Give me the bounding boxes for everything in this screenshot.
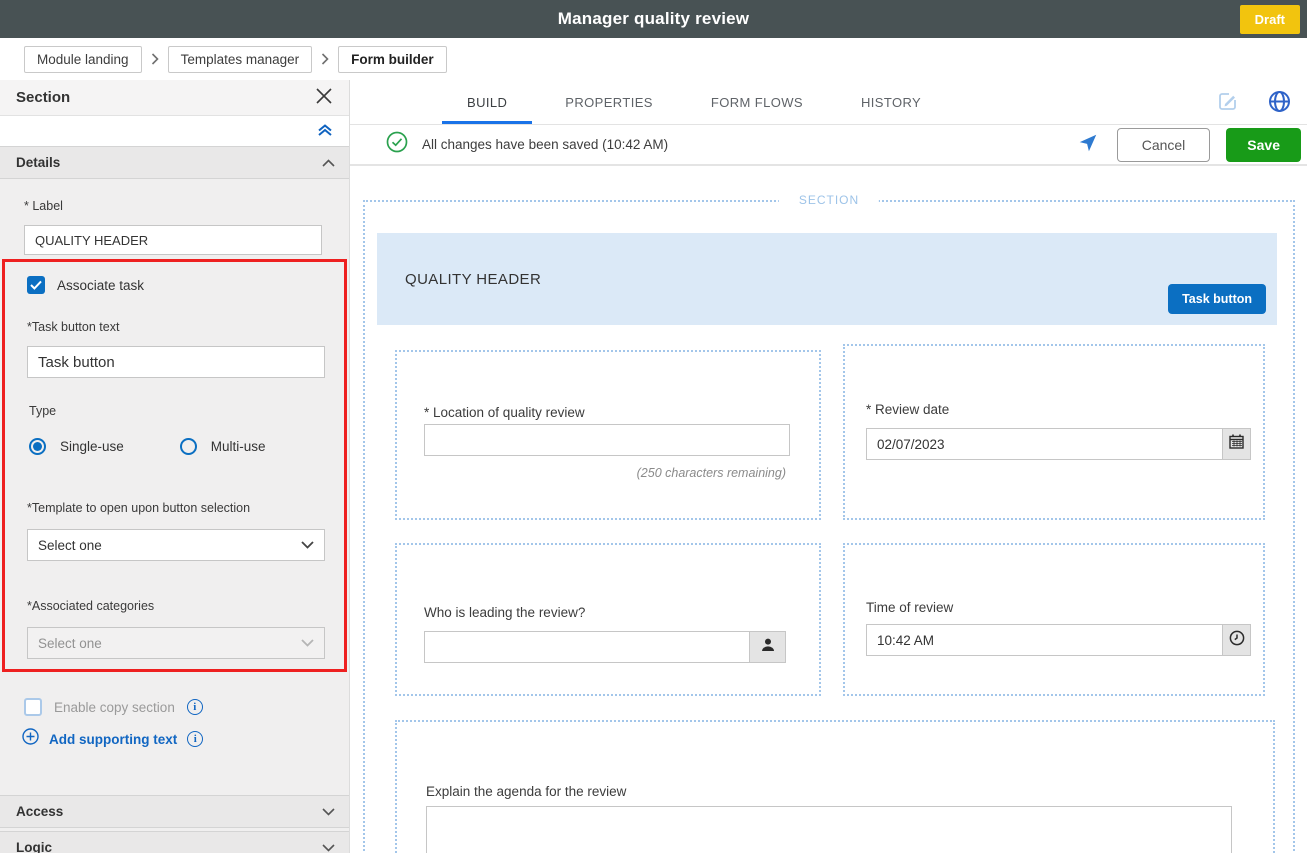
breadcrumb-templates-manager[interactable]: Templates manager bbox=[168, 46, 313, 73]
panel-header: Section bbox=[0, 80, 349, 116]
paper-plane-icon bbox=[1077, 132, 1099, 157]
accordion-details[interactable]: Details bbox=[0, 146, 349, 179]
add-supporting-text-row[interactable]: Add supporting text i bbox=[22, 728, 327, 750]
main-area: BUILD PROPERTIES FORM FLOWS HISTORY bbox=[350, 80, 1307, 853]
chevron-right-icon bbox=[321, 53, 329, 65]
double-chevron-up-icon bbox=[317, 122, 333, 141]
template-select-label: *Template to open upon button selection bbox=[27, 501, 322, 515]
send-button[interactable] bbox=[1075, 130, 1101, 159]
field-location-input[interactable] bbox=[424, 424, 790, 456]
field-leader-input[interactable] bbox=[424, 631, 750, 663]
template-select[interactable]: Select one bbox=[27, 529, 325, 561]
field-time-label: Time of review bbox=[866, 600, 953, 615]
collapse-all-row bbox=[0, 116, 349, 146]
label-field-input[interactable] bbox=[24, 225, 322, 255]
associate-task-checkbox-row[interactable]: Associate task bbox=[27, 276, 322, 294]
categories-select-label: *Associated categories bbox=[27, 599, 322, 613]
field-review-date-label: * Review date bbox=[866, 402, 949, 417]
edit-template-button[interactable] bbox=[1215, 89, 1240, 117]
field-location[interactable]: * Location of quality review (250 charac… bbox=[395, 350, 821, 520]
section-tag: SECTION bbox=[779, 193, 879, 207]
task-button[interactable]: Task button bbox=[1168, 284, 1266, 314]
field-review-date[interactable]: * Review date bbox=[843, 344, 1265, 520]
field-leader-label: Who is leading the review? bbox=[424, 605, 585, 620]
breadcrumb-form-builder[interactable]: Form builder bbox=[338, 46, 447, 73]
panel-title: Section bbox=[16, 89, 70, 106]
type-label: Type bbox=[29, 404, 322, 418]
form-builder-app: Manager quality review Draft Module land… bbox=[0, 0, 1307, 853]
associate-task-label: Associate task bbox=[57, 278, 144, 293]
tab-form-flows[interactable]: FORM FLOWS bbox=[682, 80, 832, 124]
calendar-icon bbox=[1229, 434, 1244, 454]
person-picker-button[interactable] bbox=[750, 631, 786, 663]
highlighted-task-settings: Associate task *Task button text Type Si… bbox=[2, 259, 347, 672]
task-button-text-input[interactable] bbox=[27, 346, 325, 378]
tab-bar: BUILD PROPERTIES FORM FLOWS HISTORY bbox=[350, 80, 1307, 125]
section-properties-panel: Section Details bbox=[0, 80, 350, 853]
accordion-access[interactable]: Access bbox=[0, 795, 349, 828]
field-leader[interactable]: Who is leading the review? bbox=[395, 543, 821, 696]
info-icon[interactable]: i bbox=[187, 731, 203, 747]
chevron-down-icon bbox=[301, 634, 314, 652]
enable-copy-checkbox bbox=[24, 698, 42, 716]
single-use-label[interactable]: Single-use bbox=[60, 439, 124, 454]
label-field-label: * Label bbox=[24, 199, 325, 213]
field-review-date-input[interactable] bbox=[866, 428, 1223, 460]
multi-use-label[interactable]: Multi-use bbox=[211, 439, 266, 454]
section-header-block[interactable]: QUALITY HEADER Task button bbox=[377, 233, 1277, 325]
close-icon bbox=[315, 87, 333, 108]
status-bar: All changes have been saved (10:42 AM) C… bbox=[350, 125, 1307, 166]
accordion-logic[interactable]: Logic bbox=[0, 831, 349, 853]
associate-task-checkbox[interactable] bbox=[27, 276, 45, 294]
status-badge: Draft bbox=[1240, 5, 1300, 34]
single-use-radio[interactable] bbox=[29, 438, 46, 455]
cancel-button[interactable]: Cancel bbox=[1117, 128, 1211, 162]
characters-remaining-hint: (250 characters remaining) bbox=[637, 466, 786, 480]
details-body: * Label Associate task *Task button text… bbox=[0, 179, 349, 795]
tab-build[interactable]: BUILD bbox=[438, 80, 536, 124]
person-icon bbox=[760, 637, 776, 658]
form-canvas: SECTION QUALITY HEADER Task button * Loc… bbox=[350, 166, 1307, 853]
chevron-down-icon bbox=[322, 839, 335, 853]
field-time-input[interactable] bbox=[866, 624, 1223, 656]
add-supporting-text-link[interactable]: Add supporting text bbox=[49, 732, 177, 747]
tab-properties[interactable]: PROPERTIES bbox=[536, 80, 682, 124]
chevron-down-icon bbox=[322, 803, 335, 821]
field-agenda-textarea[interactable] bbox=[426, 806, 1232, 853]
enable-copy-section-row: Enable copy section i bbox=[24, 698, 327, 716]
field-location-label: * Location of quality review bbox=[424, 405, 585, 420]
collapse-all-button[interactable] bbox=[315, 120, 335, 143]
save-status-text: All changes have been saved (10:42 AM) bbox=[422, 137, 668, 152]
chevron-up-icon bbox=[322, 154, 335, 172]
task-button-text-label: *Task button text bbox=[27, 320, 322, 334]
section-container[interactable]: SECTION QUALITY HEADER Task button * Loc… bbox=[363, 200, 1295, 853]
close-panel-button[interactable] bbox=[313, 85, 335, 110]
info-icon[interactable]: i bbox=[187, 699, 203, 715]
field-agenda-label: Explain the agenda for the review bbox=[426, 784, 626, 799]
language-globe-button[interactable] bbox=[1266, 88, 1293, 118]
time-picker-button[interactable] bbox=[1223, 624, 1251, 656]
edit-pencil-square-icon bbox=[1217, 91, 1238, 115]
type-radio-group: Single-use Multi-use bbox=[29, 438, 322, 455]
associated-categories-select: Select one bbox=[27, 627, 325, 659]
tab-history[interactable]: HISTORY bbox=[832, 80, 950, 124]
clock-icon bbox=[1229, 630, 1245, 651]
check-circle-icon bbox=[386, 131, 408, 158]
page-title: Manager quality review bbox=[558, 9, 749, 29]
chevron-right-icon bbox=[151, 53, 159, 65]
globe-icon bbox=[1268, 90, 1291, 116]
breadcrumb-module-landing[interactable]: Module landing bbox=[24, 46, 142, 73]
plus-circle-icon bbox=[22, 728, 39, 750]
chevron-down-icon bbox=[301, 536, 314, 554]
breadcrumb: Module landing Templates manager Form bu… bbox=[0, 38, 1307, 80]
section-header-title: QUALITY HEADER bbox=[405, 271, 541, 288]
save-button[interactable]: Save bbox=[1226, 128, 1301, 162]
field-agenda[interactable]: Explain the agenda for the review bbox=[395, 720, 1275, 853]
date-picker-button[interactable] bbox=[1223, 428, 1251, 460]
top-bar: Manager quality review Draft bbox=[0, 0, 1307, 38]
enable-copy-label: Enable copy section bbox=[54, 700, 175, 715]
field-time[interactable]: Time of review bbox=[843, 543, 1265, 696]
multi-use-radio[interactable] bbox=[180, 438, 197, 455]
